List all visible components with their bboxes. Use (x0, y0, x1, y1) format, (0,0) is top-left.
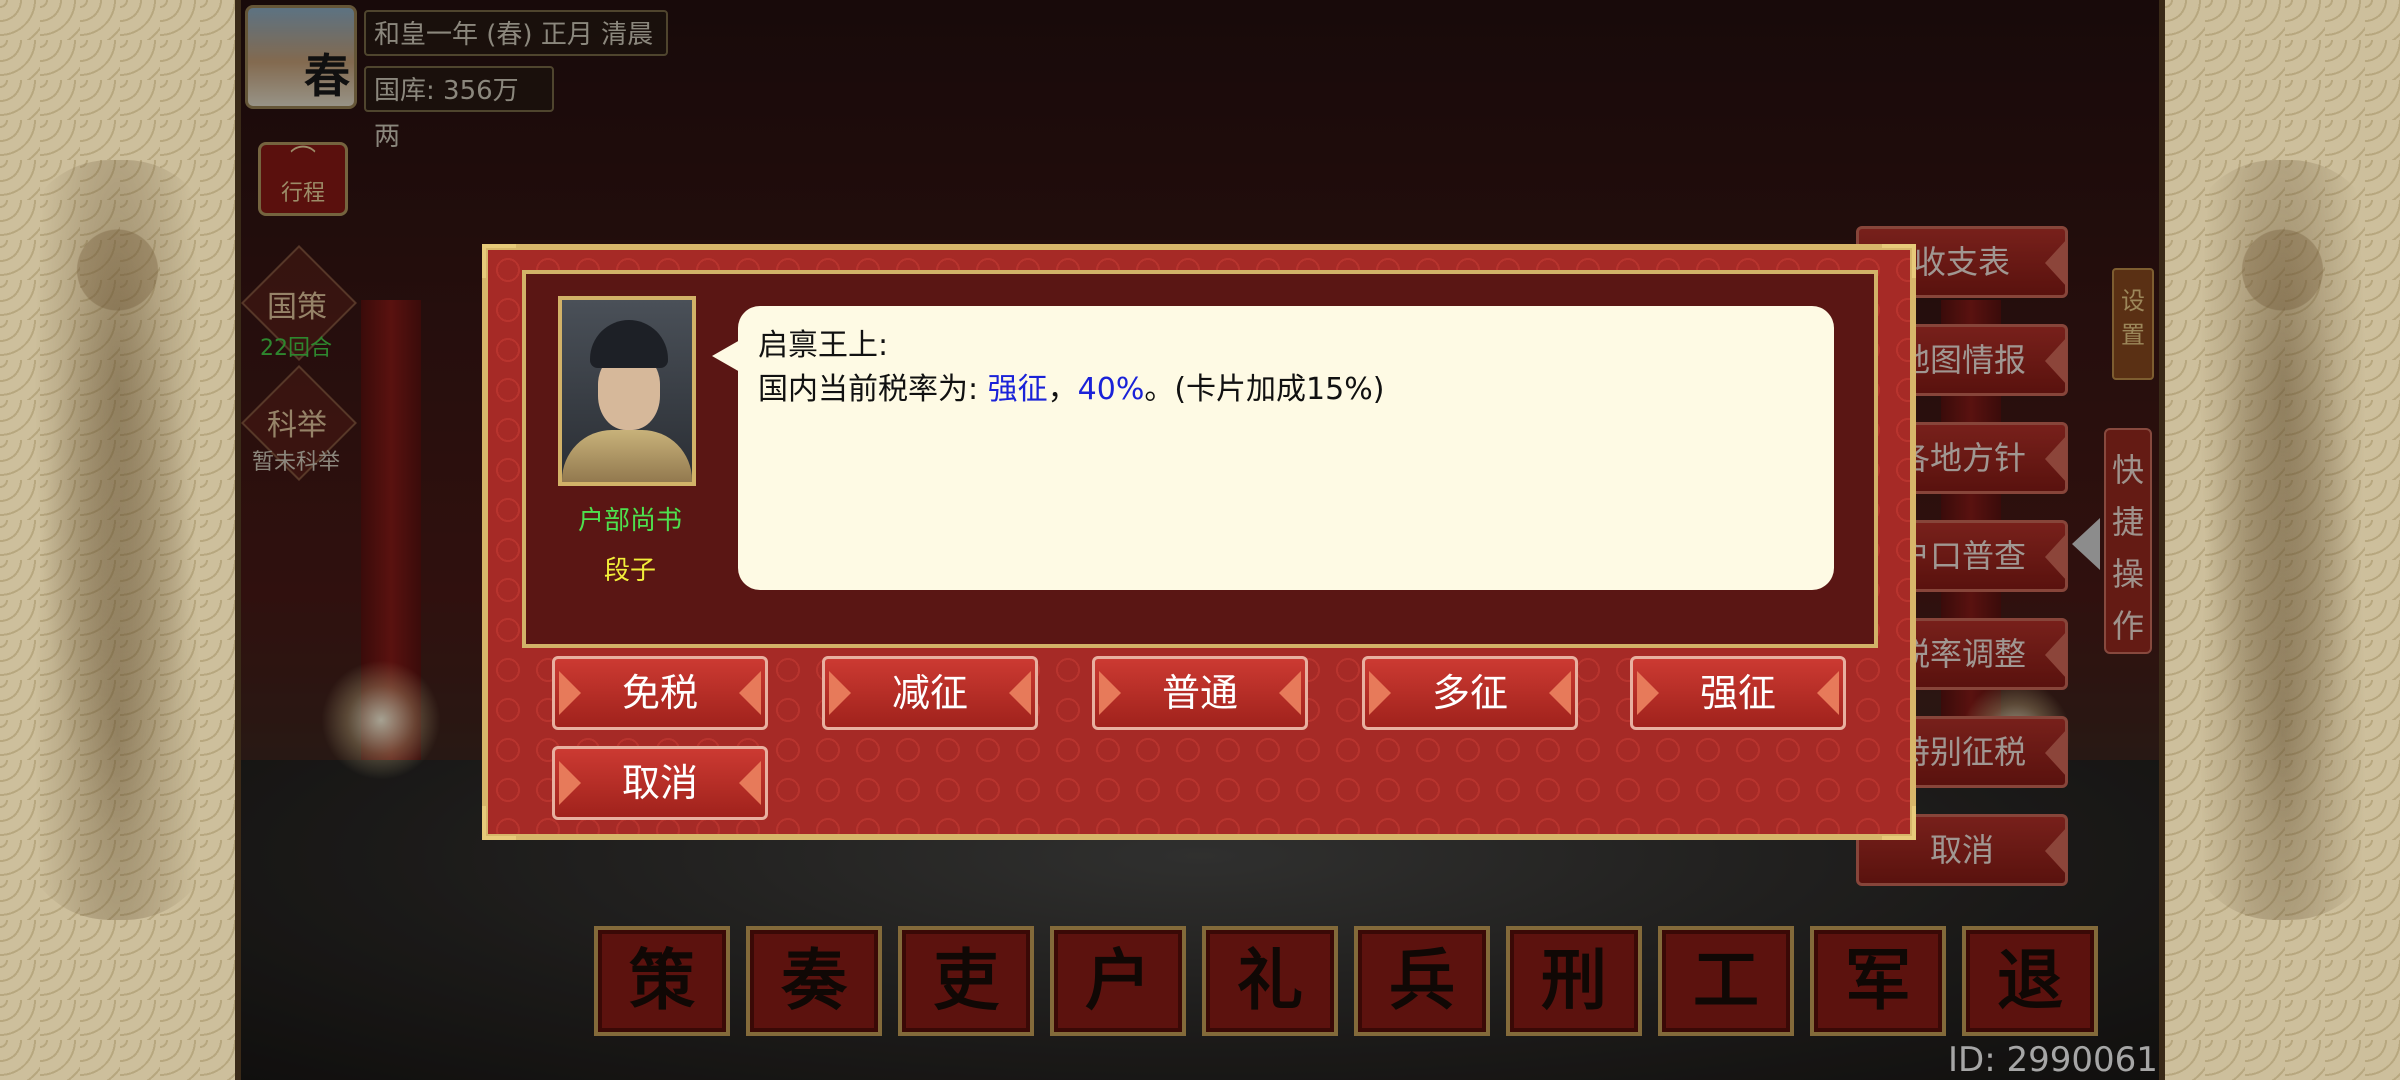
reduce-tax-button[interactable]: 减征 (822, 656, 1038, 730)
dialog-corner (482, 244, 516, 278)
arrow-right-icon (559, 761, 581, 805)
arrow-left-icon (1009, 671, 1031, 715)
official-name: 段子 (603, 556, 656, 586)
dialog-corner (482, 806, 516, 840)
official-title: 户部尚书 (577, 506, 682, 536)
speech-bubble-tail (712, 340, 740, 372)
increase-tax-button[interactable]: 多征 (1362, 656, 1578, 730)
normal-tax-button[interactable]: 普通 (1092, 656, 1308, 730)
arrow-left-icon (1817, 671, 1839, 715)
button-label: 免税 (621, 671, 698, 715)
arrow-right-icon (1637, 671, 1659, 715)
rate-value: 40% (1077, 372, 1145, 407)
left-dragon-panel (0, 0, 241, 1080)
button-label: 取消 (621, 761, 698, 805)
speech-bubble: 启禀王上: 国内当前税率为: 强征，40%。(卡片加成15%) (738, 306, 1834, 590)
separator: ， (1047, 372, 1078, 407)
button-label: 强征 (1699, 671, 1776, 715)
rate-name: 强征 (987, 372, 1048, 407)
force-tax-button[interactable]: 强征 (1630, 656, 1846, 730)
arrow-left-icon (739, 671, 761, 715)
message-greeting: 启禀王上: (758, 328, 889, 363)
arrow-right-icon (559, 671, 581, 715)
dialog-corner (1882, 244, 1916, 278)
arrow-right-icon (1369, 671, 1391, 715)
button-label: 多征 (1431, 671, 1508, 715)
tax-free-button[interactable]: 免税 (552, 656, 768, 730)
arrow-left-icon (739, 761, 761, 805)
arrow-left-icon (1549, 671, 1571, 715)
portrait-robe (562, 430, 692, 482)
dragon-ornament (2185, 160, 2380, 920)
message-suffix: 。(卡片加成15%) (1144, 372, 1385, 407)
cancel-button[interactable]: 取消 (552, 746, 768, 820)
button-label: 普通 (1161, 671, 1238, 715)
message-tax-rate: 国内当前税率为: 强征，40%。(卡片加成15%) (758, 364, 1814, 408)
message-prefix: 国内当前税率为: (758, 372, 988, 407)
dialog-corner (1882, 806, 1916, 840)
right-dragon-panel (2159, 0, 2400, 1080)
arrow-right-icon (829, 671, 851, 715)
dragon-ornament (20, 160, 215, 920)
official-portrait (558, 296, 696, 486)
button-label: 减征 (891, 671, 968, 715)
portrait-hat (590, 320, 668, 368)
arrow-right-icon (1099, 671, 1121, 715)
arrow-left-icon (1279, 671, 1301, 715)
